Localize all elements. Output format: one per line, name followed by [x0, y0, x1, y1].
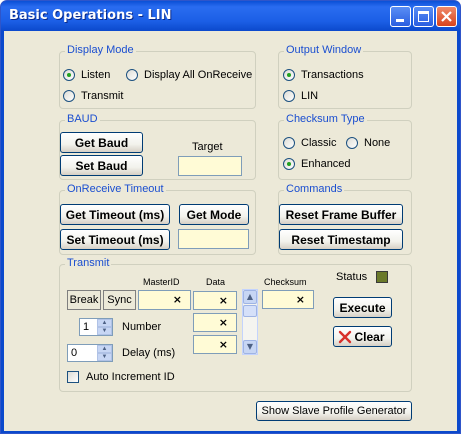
- show-slave-profile-generator-label: Show Slave Profile Generator: [261, 405, 407, 417]
- checksum-type-group: Checksum Type: [278, 113, 412, 180]
- auto-increment-label: Auto Increment ID: [86, 371, 175, 383]
- set-timeout-button[interactable]: Set Timeout (ms): [60, 229, 170, 250]
- get-timeout-label: Get Timeout (ms): [65, 208, 165, 222]
- maximize-icon: [418, 11, 429, 22]
- status-label: Status: [336, 271, 368, 283]
- radio-transactions[interactable]: [283, 69, 295, 81]
- sync-button[interactable]: Sync: [103, 290, 136, 310]
- checksum-input[interactable]: ×: [262, 290, 314, 309]
- delay-label: Delay (ms): [122, 347, 176, 359]
- reset-timestamp-button[interactable]: Reset Timestamp: [279, 229, 403, 250]
- checksum-clear-icon[interactable]: ×: [296, 293, 305, 306]
- radio-none[interactable]: [346, 137, 358, 149]
- data-3-clear-icon[interactable]: ×: [219, 338, 228, 351]
- data-input-2[interactable]: ×: [193, 313, 237, 332]
- radio-lin-label: LIN: [301, 90, 319, 102]
- masterid-header: MasterID: [143, 277, 180, 287]
- scroll-down-arrow-icon[interactable]: ▼: [243, 340, 257, 354]
- reset-frame-buffer-label: Reset Frame Buffer: [285, 208, 397, 222]
- clear-x-icon: [338, 330, 352, 344]
- delay-down-icon[interactable]: ▼: [97, 353, 112, 361]
- masterid-clear-icon[interactable]: ×: [173, 293, 182, 306]
- number-up-icon[interactable]: ▲: [97, 319, 112, 327]
- show-slave-profile-generator-button[interactable]: Show Slave Profile Generator: [256, 401, 412, 421]
- title-bar[interactable]: Basic Operations - LIN: [1, 1, 460, 31]
- baud-legend: BAUD: [65, 113, 100, 125]
- auto-increment-checkbox[interactable]: [67, 371, 79, 383]
- number-stepper[interactable]: 1 ▲ ▼: [79, 318, 113, 336]
- window: Basic Operations - LIN Display Mode List…: [0, 0, 461, 434]
- scroll-thumb[interactable]: [243, 305, 257, 317]
- get-baud-button[interactable]: Get Baud: [60, 132, 143, 153]
- get-mode-button[interactable]: Get Mode: [179, 204, 249, 225]
- radio-classic[interactable]: [283, 137, 295, 149]
- radio-listen-label: Listen: [81, 69, 111, 81]
- commands-legend: Commands: [284, 183, 345, 195]
- execute-button[interactable]: Execute: [333, 297, 392, 318]
- data-2-clear-icon[interactable]: ×: [219, 316, 228, 329]
- delay-up-icon[interactable]: ▲: [97, 345, 112, 353]
- execute-label: Execute: [339, 301, 386, 315]
- minimize-icon: [396, 19, 404, 22]
- break-label: Break: [69, 294, 99, 306]
- scroll-up-arrow-icon[interactable]: ▲: [243, 290, 257, 304]
- window-client: Display Mode Listen Display All OnReceiv…: [4, 31, 457, 431]
- clear-button[interactable]: Clear: [333, 326, 392, 347]
- radio-transactions-label: Transactions: [301, 69, 364, 81]
- data-input-3[interactable]: ×: [193, 335, 237, 354]
- radio-transmit[interactable]: [63, 90, 75, 102]
- radio-lin[interactable]: [283, 90, 295, 102]
- onreceive-timeout-legend: OnReceive Timeout: [65, 183, 166, 195]
- set-baud-button[interactable]: Set Baud: [60, 155, 143, 176]
- delay-spin[interactable]: ▲ ▼: [97, 345, 112, 361]
- transmit-legend: Transmit: [65, 257, 112, 269]
- radio-listen[interactable]: [63, 69, 75, 81]
- output-window-legend: Output Window: [284, 44, 364, 56]
- reset-frame-buffer-button[interactable]: Reset Frame Buffer: [279, 204, 403, 225]
- radio-none-label: None: [364, 137, 391, 149]
- get-baud-label: Get Baud: [74, 136, 129, 150]
- target-label: Target: [192, 141, 223, 153]
- reset-timestamp-label: Reset Timestamp: [291, 233, 391, 247]
- window-title: Basic Operations - LIN: [9, 8, 172, 23]
- display-mode-legend: Display Mode: [65, 44, 136, 56]
- close-icon: [441, 11, 452, 22]
- number-label: Number: [122, 321, 162, 333]
- maximize-button[interactable]: [413, 6, 434, 27]
- set-baud-label: Set Baud: [75, 159, 128, 173]
- number-value: 1: [83, 321, 90, 333]
- break-button[interactable]: Break: [67, 290, 101, 310]
- delay-stepper[interactable]: 0 ▲ ▼: [67, 344, 113, 362]
- checksum-type-legend: Checksum Type: [284, 113, 367, 125]
- set-timeout-label: Set Timeout (ms): [66, 233, 164, 247]
- target-input[interactable]: [178, 156, 242, 176]
- radio-display-all-onreceive[interactable]: [126, 69, 138, 81]
- masterid-input[interactable]: ×: [138, 290, 191, 310]
- close-button[interactable]: [436, 6, 457, 27]
- radio-enhanced-label: Enhanced: [301, 158, 351, 170]
- get-timeout-button[interactable]: Get Timeout (ms): [60, 204, 170, 225]
- data-header: Data: [206, 277, 226, 287]
- number-spin[interactable]: ▲ ▼: [97, 319, 112, 335]
- radio-enhanced[interactable]: [283, 158, 295, 170]
- radio-transmit-label: Transmit: [81, 90, 124, 102]
- radio-display-all-onreceive-label: Display All OnReceive: [144, 69, 253, 81]
- number-down-icon[interactable]: ▼: [97, 327, 112, 335]
- checksum-header: Checksum: [264, 277, 307, 287]
- data-scrollbar[interactable]: ▲ ▼: [242, 289, 258, 355]
- status-indicator: [376, 271, 388, 283]
- get-mode-label: Get Mode: [186, 208, 242, 222]
- timeout-input[interactable]: [178, 229, 249, 249]
- data-1-clear-icon[interactable]: ×: [219, 294, 228, 307]
- data-input-1[interactable]: ×: [193, 291, 237, 310]
- sync-label: Sync: [107, 294, 132, 306]
- delay-value: 0: [71, 347, 78, 359]
- radio-classic-label: Classic: [301, 137, 337, 149]
- minimize-button[interactable]: [390, 6, 411, 27]
